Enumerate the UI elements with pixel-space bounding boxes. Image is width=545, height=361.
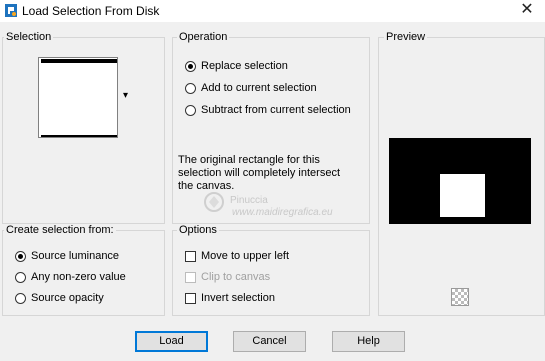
watermark-name: Pinuccia [230, 195, 268, 206]
operation-group-label: Operation [177, 31, 230, 43]
watermark-logo-icon [204, 192, 224, 212]
move-to-upper-left-checkbox[interactable] [185, 251, 196, 262]
subtract-from-selection-radio[interactable] [185, 105, 196, 116]
source-luminance-radio[interactable] [15, 251, 26, 262]
operation-note-line-1: The original rectangle for this [178, 154, 320, 166]
selection-thumbnail[interactable] [38, 57, 118, 138]
selection-thumbnail-bottom-line [41, 135, 117, 137]
source-luminance-label[interactable]: Source luminance [31, 250, 119, 262]
move-to-upper-left-label[interactable]: Move to upper left [201, 250, 289, 262]
add-to-selection-label[interactable]: Add to current selection [201, 82, 317, 94]
load-button[interactable]: Load [135, 331, 208, 352]
replace-selection-label[interactable]: Replace selection [201, 60, 288, 72]
close-button[interactable]: ✕ [509, 0, 545, 22]
subtract-from-selection-label[interactable]: Subtract from current selection [201, 104, 351, 116]
operation-note-line-2: selection will completely intersect [178, 167, 341, 179]
options-group-label: Options [177, 224, 219, 236]
replace-selection-radio[interactable] [185, 61, 196, 72]
source-opacity-radio[interactable] [15, 293, 26, 304]
any-non-zero-radio[interactable] [15, 272, 26, 283]
clip-to-canvas-checkbox[interactable] [185, 272, 196, 283]
help-button[interactable]: Help [332, 331, 405, 352]
title-bar: Load Selection From Disk ✕ [0, 0, 545, 22]
create-from-group-label: Create selection from: [4, 224, 116, 236]
any-non-zero-label[interactable]: Any non-zero value [31, 271, 126, 283]
watermark-url: www.maidiregrafica.eu [232, 207, 333, 218]
invert-selection-label[interactable]: Invert selection [201, 292, 275, 304]
selection-dropdown-icon[interactable]: ▾ [123, 90, 128, 101]
preview-selection-rect [440, 174, 485, 217]
invert-selection-checkbox[interactable] [185, 293, 196, 304]
add-to-selection-radio[interactable] [185, 83, 196, 94]
source-opacity-label[interactable]: Source opacity [31, 292, 104, 304]
clip-to-canvas-label[interactable]: Clip to canvas [201, 271, 270, 283]
preview-canvas [389, 138, 531, 224]
selection-thumbnail-top-line [41, 59, 117, 63]
operation-note: The original rectangle for this selectio… [178, 154, 340, 193]
cancel-button[interactable]: Cancel [233, 331, 306, 352]
app-icon [5, 4, 17, 17]
transparency-toggle-icon[interactable] [451, 288, 469, 306]
window-title: Load Selection From Disk [22, 4, 160, 18]
preview-group-label: Preview [384, 31, 428, 43]
selection-group-label: Selection [4, 31, 54, 43]
